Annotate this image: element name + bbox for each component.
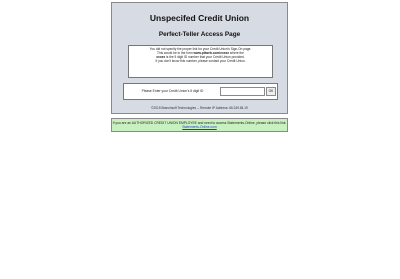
info-message-box: You did not specify the proper link for … [128,45,273,78]
info-line-4: If you don't know this number, please co… [155,59,246,64]
access-panel: Unspecifed Credit Union Perfect-Teller A… [111,2,288,114]
page-subtitle: Perfect-Teller Access Page [158,31,241,38]
id-entry-form: Please Enter your Credit Union's 5 digit… [123,83,278,100]
employee-notice-text: If you are an AUTHORIZED CREDIT UNION EM… [112,120,287,125]
ok-button[interactable]: OK [266,87,276,96]
statements-online-link[interactable]: Statements-Online.com [182,125,216,129]
footer-copyright: ©2015 Branchsoft Technologies -- Remote … [151,106,248,110]
credit-union-id-input[interactable] [220,87,265,96]
id-field-label: Please Enter your Credit Union's 5 digit… [141,89,204,93]
employee-notice: If you are an AUTHORIZED CREDIT UNION EM… [111,118,288,132]
page-title: Unspecifed Credit Union [149,13,250,23]
